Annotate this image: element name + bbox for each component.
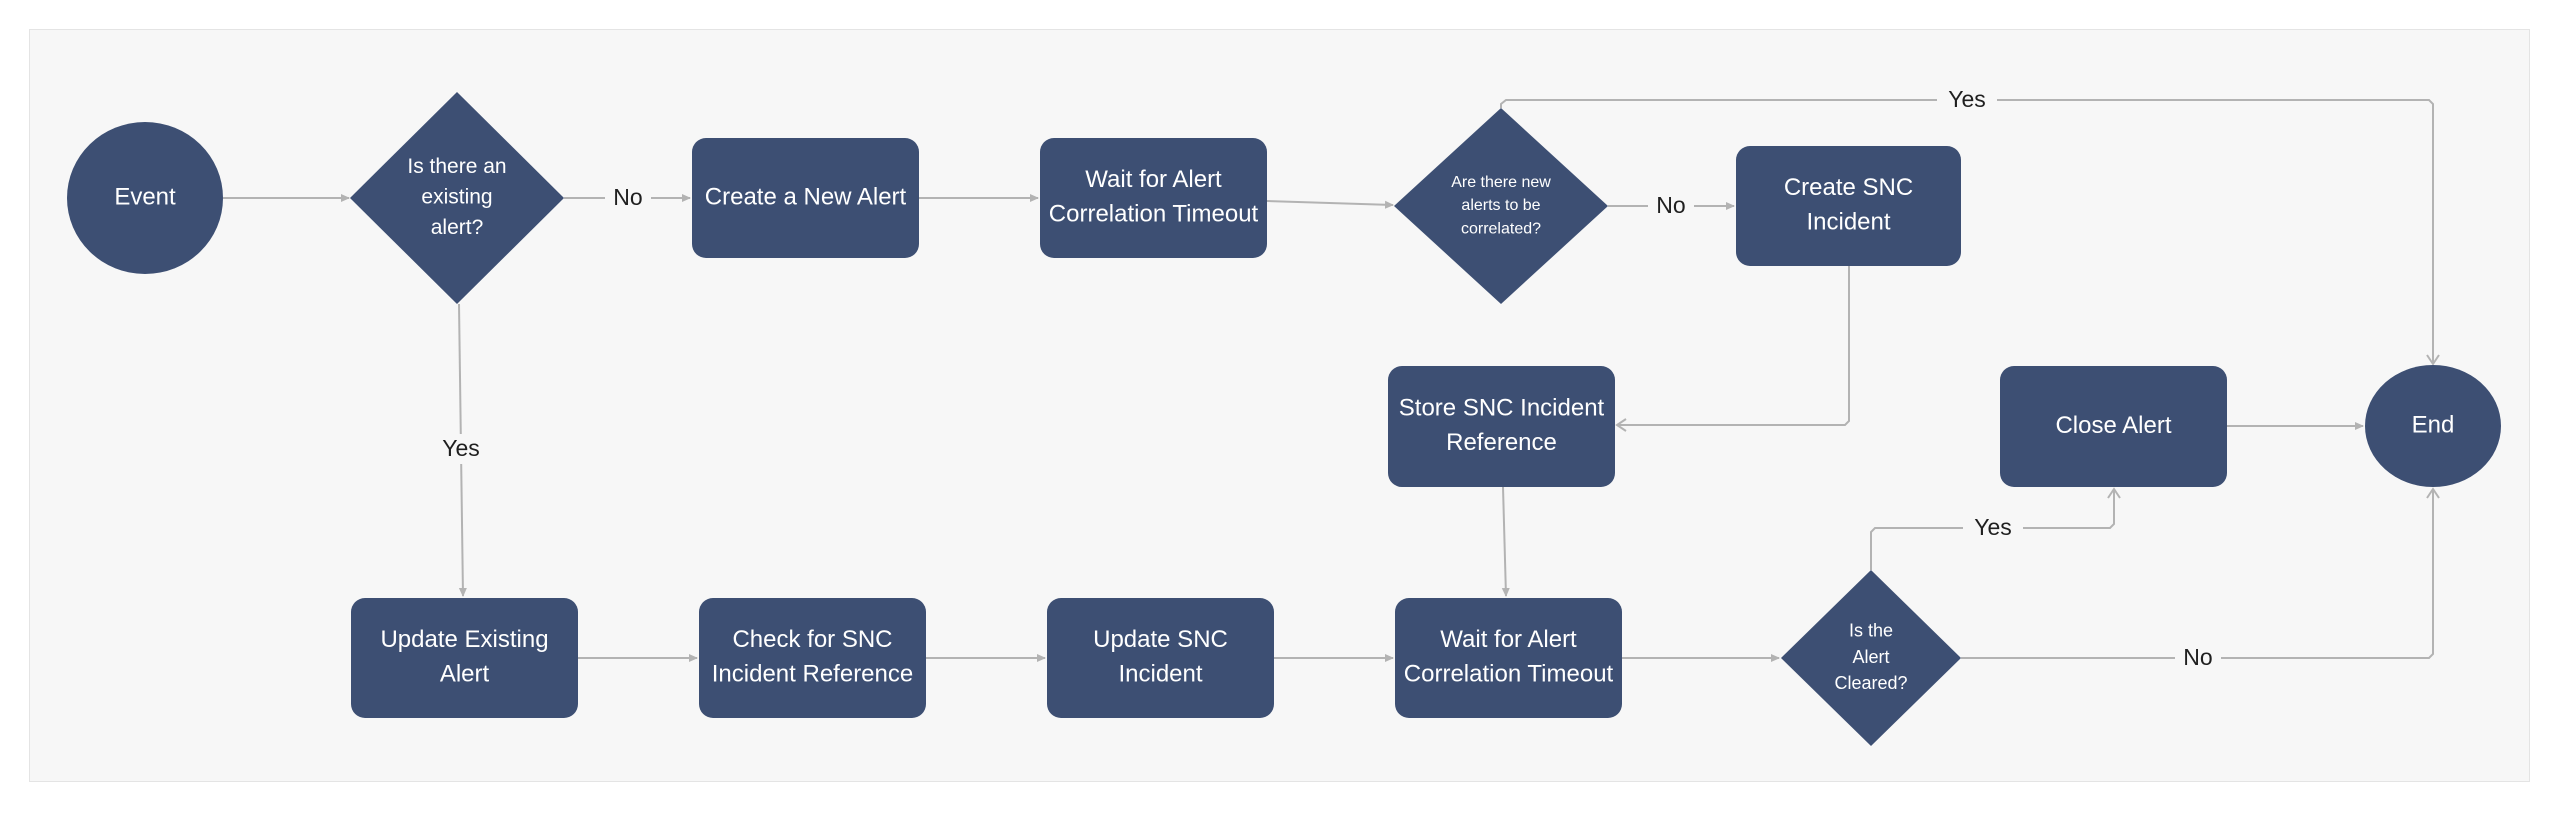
box-shape: [1736, 146, 1961, 266]
edge-label-no: No: [2183, 644, 2212, 670]
edge-create-snc-incident-to-store-snc-reference[interactable]: [1615, 266, 1850, 432]
node-label: Incident Reference: [712, 661, 913, 688]
node-label: Correlation Timeout: [1404, 661, 1614, 688]
edge-label-yes: Yes: [442, 435, 480, 461]
node-label: Are there new: [1451, 174, 1551, 191]
node-create-new-alert[interactable]: Create a New Alert: [692, 138, 919, 258]
node-label: Reference: [1446, 429, 1557, 456]
node-label: alerts to be: [1461, 197, 1540, 214]
node-label: Update SNC: [1093, 626, 1228, 653]
node-label: existing: [421, 186, 492, 209]
node-label: Create SNC: [1784, 174, 1913, 201]
node-label: Wait for Alert: [1085, 166, 1222, 193]
node-update-snc-incident[interactable]: Update SNC Incident: [1047, 598, 1274, 718]
node-existing-alert-decision[interactable]: Is there an existing alert?: [350, 92, 564, 304]
node-update-existing-alert[interactable]: Update Existing Alert: [351, 598, 578, 718]
node-event[interactable]: Event: [67, 122, 223, 274]
node-alert-cleared-decision[interactable]: Is the Alert Cleared?: [1781, 570, 1961, 746]
node-label: Incident: [1806, 209, 1890, 236]
edge-wait-correlation-1-to-new-alerts-decision[interactable]: [1266, 200, 1394, 209]
edge-label-no: No: [1656, 192, 1685, 218]
node-label: Update Existing: [380, 626, 548, 653]
node-wait-correlation-1[interactable]: Wait for Alert Correlation Timeout: [1040, 138, 1267, 258]
node-label: Create a New Alert: [705, 183, 907, 210]
node-label: correlated?: [1461, 220, 1541, 237]
edge-alert-cleared-decision-to-end[interactable]: [1961, 487, 2440, 659]
node-wait-correlation-2[interactable]: Wait for Alert Correlation Timeout: [1395, 598, 1622, 718]
node-label: Is there an: [407, 155, 506, 178]
node-label: Alert: [1852, 647, 1889, 667]
edge-new-alerts-decision-to-end[interactable]: [1500, 99, 2440, 366]
node-label: Event: [114, 183, 176, 210]
node-label: Is the: [1849, 621, 1893, 641]
node-label: Incident: [1118, 661, 1202, 688]
node-label: Close Alert: [2055, 412, 2171, 439]
node-end[interactable]: End: [2365, 365, 2501, 487]
node-label: Wait for Alert: [1440, 626, 1577, 653]
box-shape: [1388, 366, 1615, 487]
box-shape: [699, 598, 926, 718]
node-label: Check for SNC: [732, 626, 892, 653]
node-close-alert[interactable]: Close Alert: [2000, 366, 2227, 487]
node-label: Store SNC Incident: [1399, 394, 1605, 421]
node-create-snc-incident[interactable]: Create SNC Incident: [1736, 146, 1961, 266]
node-label: Correlation Timeout: [1049, 201, 1259, 228]
node-label: End: [2412, 411, 2455, 438]
node-new-alerts-decision[interactable]: Are there new alerts to be correlated?: [1394, 108, 1608, 304]
box-shape: [1040, 138, 1267, 258]
node-label: Alert: [440, 661, 490, 688]
box-shape: [1047, 598, 1274, 718]
node-label: Cleared?: [1834, 673, 1907, 693]
node-store-snc-reference[interactable]: Store SNC Incident Reference: [1388, 366, 1615, 487]
edge-store-snc-reference-to-wait-correlation-2[interactable]: [1501, 486, 1510, 597]
flowchart: Event Is there an existing alert? Create a N…: [67, 85, 2501, 746]
box-shape: [1395, 598, 1622, 718]
edge-label-yes: Yes: [1948, 86, 1986, 112]
edge-label-yes: Yes: [1974, 514, 2012, 540]
node-check-snc-reference[interactable]: Check for SNC Incident Reference: [699, 598, 926, 718]
node-label: alert?: [431, 216, 484, 239]
edge-label-no: No: [613, 184, 642, 210]
box-shape: [351, 598, 578, 718]
